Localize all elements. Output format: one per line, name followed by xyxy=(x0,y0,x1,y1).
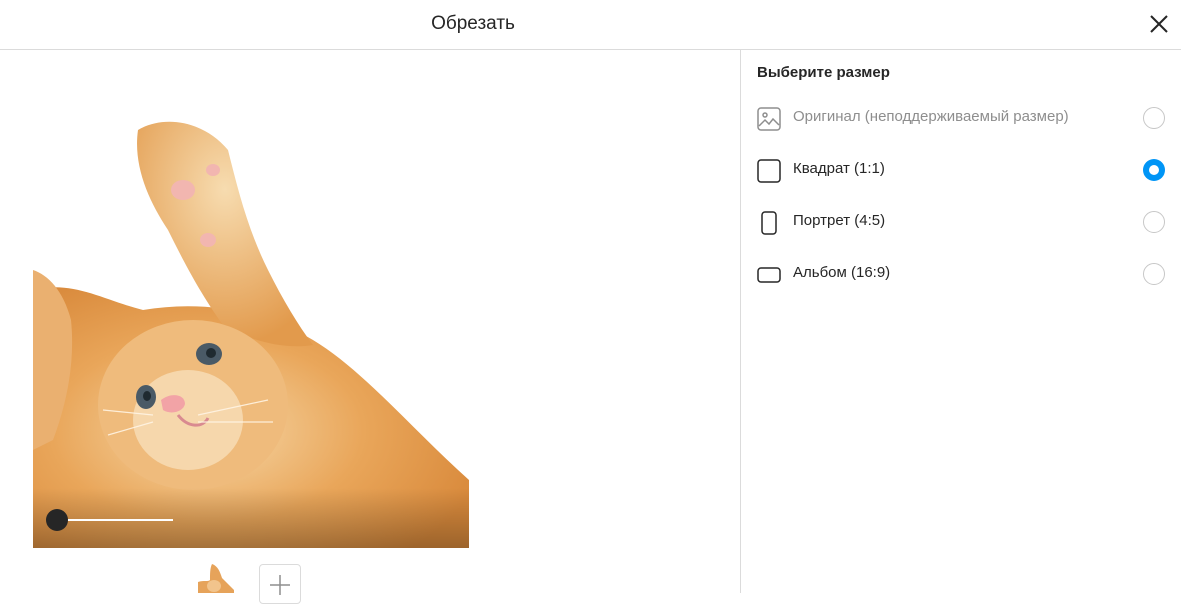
size-option-label: Альбом (16:9) xyxy=(793,264,891,281)
size-option-radio[interactable] xyxy=(1143,263,1165,285)
size-option-radio[interactable] xyxy=(1143,159,1165,181)
zoom-slider-track[interactable] xyxy=(55,519,173,521)
dialog-title: Обрезать xyxy=(431,13,515,34)
size-option-portrait[interactable]: Портрет (4:5) xyxy=(741,200,1181,244)
dialog-header: Обрезать xyxy=(0,0,1181,50)
zoom-overlay xyxy=(33,488,469,548)
zoom-slider-handle[interactable] xyxy=(46,509,68,531)
size-option-label: Оригинал (неподдерживаемый размер) xyxy=(793,108,1069,125)
image-thumbnail[interactable] xyxy=(198,564,234,593)
add-image-button[interactable] xyxy=(259,564,301,604)
size-option-original[interactable]: Оригинал (неподдерживаемый размер) xyxy=(741,96,1181,140)
size-option-radio[interactable] xyxy=(1143,211,1165,233)
close-icon xyxy=(1150,15,1168,33)
image-icon xyxy=(757,107,781,131)
size-option-label: Квадрат (1:1) xyxy=(793,160,885,177)
thumbnail-image xyxy=(198,564,234,593)
square-icon xyxy=(757,159,781,183)
size-option-landscape[interactable]: Альбом (16:9) xyxy=(741,252,1181,296)
landscape-icon xyxy=(757,263,781,287)
size-option-radio[interactable] xyxy=(1143,107,1165,129)
kitten-photo xyxy=(33,121,469,548)
size-option-label: Портрет (4:5) xyxy=(793,212,886,229)
close-button[interactable] xyxy=(1146,11,1172,37)
portrait-icon xyxy=(757,211,781,235)
size-option-square[interactable]: Квадрат (1:1) xyxy=(741,148,1181,192)
plus-icon xyxy=(270,575,290,595)
size-section-title: Выберите размер xyxy=(757,64,890,81)
crop-preview-image[interactable] xyxy=(33,110,469,548)
